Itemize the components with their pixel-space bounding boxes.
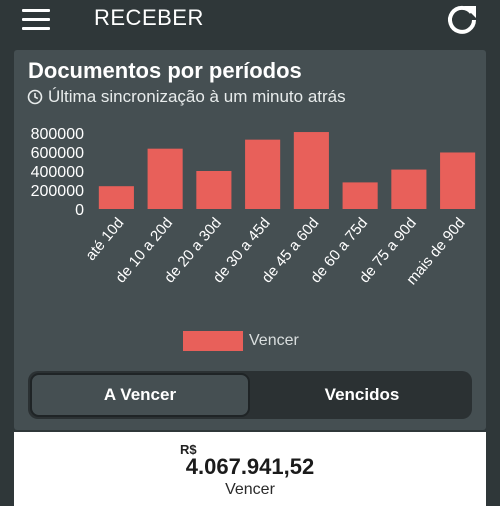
chart-bar (245, 139, 281, 209)
hamburger-menu-icon[interactable] (22, 9, 50, 31)
y-tick-label: 200000 (31, 183, 84, 200)
chart-bar (342, 182, 378, 209)
chart-bar (147, 148, 183, 209)
total-amount: 4.067.941,52 (185, 454, 315, 479)
page-title: RECEBER (94, 5, 204, 30)
x-tick-label: até 10d (82, 215, 127, 264)
legend-swatch (183, 331, 243, 351)
tab-a-vencer[interactable]: A Vencer (30, 373, 250, 417)
y-tick-label: 400000 (31, 164, 84, 181)
app-bar: RECEBER (0, 0, 500, 40)
chart-bar (196, 171, 232, 209)
y-tick-label: 800000 (31, 126, 84, 143)
period-toggle: A Vencer Vencidos (28, 371, 472, 419)
amount-label: Vencer (225, 481, 275, 498)
bar-chart: 0200000400000600000800000até 10dde 10 a … (31, 126, 476, 288)
y-tick-label: 600000 (31, 145, 84, 162)
chart-bar (391, 169, 427, 209)
chart-bar (293, 132, 329, 209)
y-tick-label: 0 (75, 202, 84, 219)
refresh-icon[interactable] (444, 2, 480, 38)
chart-bar (440, 152, 476, 209)
chart-bar (98, 186, 134, 209)
chart-card: Documentos por períodos Última sincroniz… (14, 50, 486, 430)
legend-label: Vencer (249, 332, 299, 349)
tab-vencidos[interactable]: Vencidos (252, 371, 472, 419)
chart-legend: Vencer (183, 330, 299, 352)
summary-panel: R$ 4.067.941,52 Vencer (14, 432, 486, 506)
